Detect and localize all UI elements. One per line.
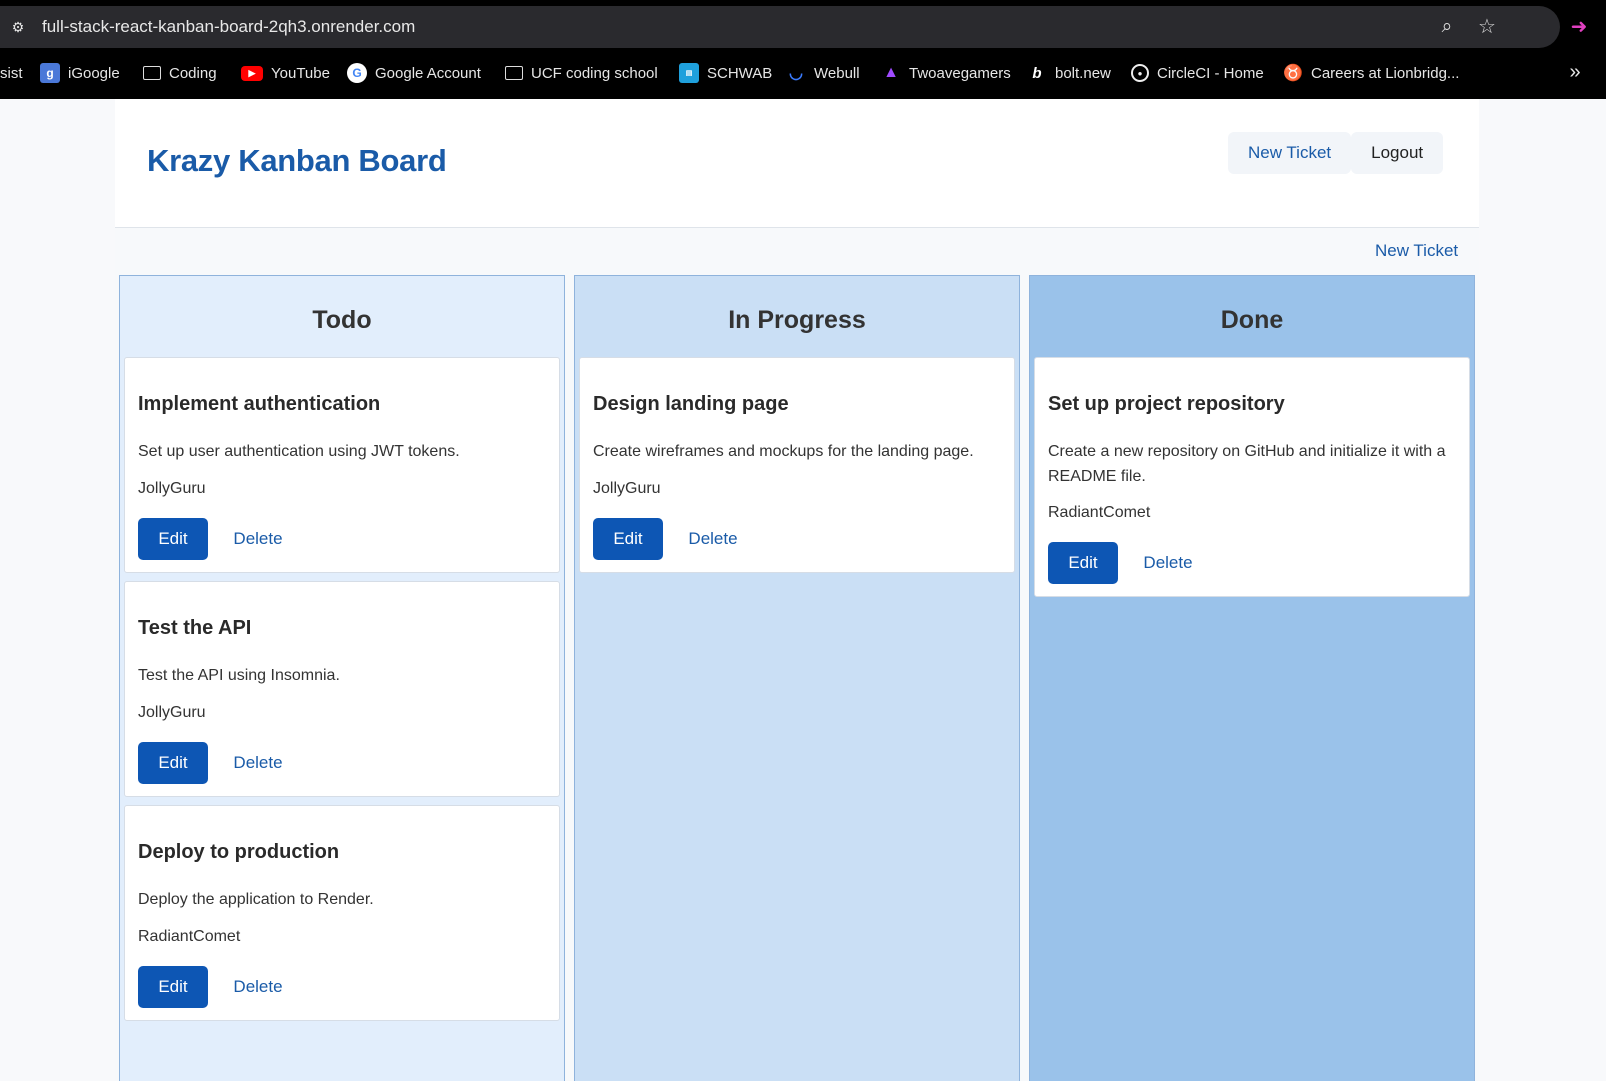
webull-icon: ◡ <box>789 65 803 82</box>
edit-button[interactable]: Edit <box>138 966 208 1008</box>
igoogle-icon: g <box>40 63 60 83</box>
bookmark-item[interactable]: sist <box>0 58 23 88</box>
bookmark-label: Twoavegamers <box>909 64 1011 82</box>
bookmark-label: UCF coding school <box>531 64 658 82</box>
bookmark-label: SCHWAB <box>707 64 773 82</box>
ticket-description: Create wireframes and mockups for the la… <box>593 443 974 460</box>
ticket-description: Deploy the application to Render. <box>138 891 374 908</box>
column-title: Todo <box>312 306 372 334</box>
bookmark-item[interactable]: ▶ YouTube <box>241 58 330 88</box>
delete-button[interactable]: Delete <box>228 966 288 1008</box>
circleci-icon: ● <box>1131 64 1149 82</box>
ticket-title: Deploy to production <box>138 841 340 863</box>
bookmark-item[interactable]: g iGoogle <box>40 58 120 88</box>
browser-chrome: ⚙ full-stack-react-kanban-board-2qh3.onr… <box>0 0 1606 99</box>
ticket-assignee: RadiantComet <box>1048 504 1151 521</box>
ticket-description: Create a new repository on GitHub and in… <box>1048 443 1446 485</box>
google-icon: G <box>347 63 367 83</box>
twoavegamers-icon: ▲ <box>883 64 899 81</box>
new-ticket-link[interactable]: New Ticket <box>1375 241 1458 261</box>
schwab-icon: ▤ <box>679 63 699 83</box>
bookmark-label: Webull <box>814 64 860 82</box>
bookmark-label: bolt.new <box>1055 64 1111 82</box>
ticket-card: Set up project repository Create a new r… <box>1034 357 1470 597</box>
ticket-description: Set up user authentication using JWT tok… <box>138 443 460 460</box>
column-in-progress: In Progress Design landing page Create w… <box>574 275 1020 1081</box>
logout-button[interactable]: Logout <box>1351 132 1444 174</box>
bookmark-item[interactable]: G Google Account <box>347 58 481 88</box>
ticket-title: Design landing page <box>593 393 789 415</box>
bookmarks-bar: sist g iGoogle Coding ▶ YouTube G Google… <box>0 58 1606 88</box>
bookmark-item[interactable]: ● CircleCI - Home <box>1131 58 1264 88</box>
bookmark-label: Coding <box>169 64 217 82</box>
bookmarks-overflow-icon[interactable]: » <box>1562 58 1588 88</box>
bookmark-item[interactable]: ▲ Twoavegamers <box>881 58 1011 88</box>
bookmark-label: iGoogle <box>68 64 120 82</box>
ticket-card: Deploy to production Deploy the applicat… <box>124 805 560 1021</box>
column-todo: Todo Implement authentication Set up use… <box>119 275 565 1081</box>
bookmark-label: CircleCI - Home <box>1157 64 1264 82</box>
bookmark-item[interactable]: Coding <box>143 58 217 88</box>
bookmark-item[interactable]: UCF coding school <box>505 58 658 88</box>
bookmark-label: sist <box>0 64 23 82</box>
ticket-title: Set up project repository <box>1048 393 1285 415</box>
ticket-title: Implement authentication <box>138 393 381 415</box>
bolt-icon: b <box>1032 64 1042 82</box>
ticket-assignee: JollyGuru <box>593 480 661 497</box>
bookmark-item[interactable]: b bolt.new <box>1027 58 1111 88</box>
address-bar[interactable]: ⚙ full-stack-react-kanban-board-2qh3.onr… <box>0 6 1560 48</box>
edit-button[interactable]: Edit <box>138 518 208 560</box>
delete-button[interactable]: Delete <box>1138 542 1198 584</box>
site-info-icon[interactable]: ⚙ <box>8 17 28 37</box>
bookmark-label: Careers at Lionbridg... <box>1311 64 1460 82</box>
ticket-card: Design landing page Create wireframes an… <box>579 357 1015 573</box>
header-nav: New Ticket Logout <box>1228 132 1444 174</box>
ticket-assignee: RadiantComet <box>138 928 241 945</box>
youtube-icon: ▶ <box>241 65 263 81</box>
app-header: Krazy Kanban Board New Ticket Logout <box>115 99 1479 228</box>
lionbridge-icon: ♉ <box>1283 65 1303 82</box>
bookmark-label: Google Account <box>375 64 481 82</box>
ticket-description: Test the API using Insomnia. <box>138 667 340 684</box>
bookmark-item[interactable]: ♉ Careers at Lionbridg... <box>1283 58 1459 88</box>
bookmark-star-icon[interactable]: ☆ <box>1474 14 1500 40</box>
folder-icon <box>143 66 161 80</box>
edit-button[interactable]: Edit <box>593 518 663 560</box>
edit-button[interactable]: Edit <box>1048 542 1118 584</box>
ticket-assignee: JollyGuru <box>138 704 206 721</box>
zoom-icon[interactable]: ⌕ <box>1434 14 1460 40</box>
column-done: Done Set up project repository Create a … <box>1029 275 1475 1081</box>
column-title: Done <box>1220 306 1284 334</box>
ticket-card: Implement authentication Set up user aut… <box>124 357 560 573</box>
app-title[interactable]: Krazy Kanban Board <box>147 143 447 179</box>
column-title: In Progress <box>728 306 866 334</box>
folder-icon <box>505 66 523 80</box>
delete-button[interactable]: Delete <box>228 518 288 560</box>
bookmark-label: YouTube <box>271 64 330 82</box>
bookmark-item[interactable]: ◡ Webull <box>786 58 860 88</box>
delete-button[interactable]: Delete <box>683 518 743 560</box>
url-text[interactable]: full-stack-react-kanban-board-2qh3.onren… <box>42 17 415 37</box>
extension-icon[interactable]: ➜ <box>1566 14 1592 40</box>
bookmark-item[interactable]: ▤ SCHWAB <box>679 58 772 88</box>
delete-button[interactable]: Delete <box>228 742 288 784</box>
ticket-title: Test the API <box>138 617 252 639</box>
edit-button[interactable]: Edit <box>138 742 208 784</box>
ticket-card: Test the API Test the API using Insomnia… <box>124 581 560 797</box>
kanban-app: Krazy Kanban Board New Ticket Logout New… <box>115 99 1479 1081</box>
ticket-assignee: JollyGuru <box>138 480 206 497</box>
header-new-ticket-button[interactable]: New Ticket <box>1228 132 1352 174</box>
